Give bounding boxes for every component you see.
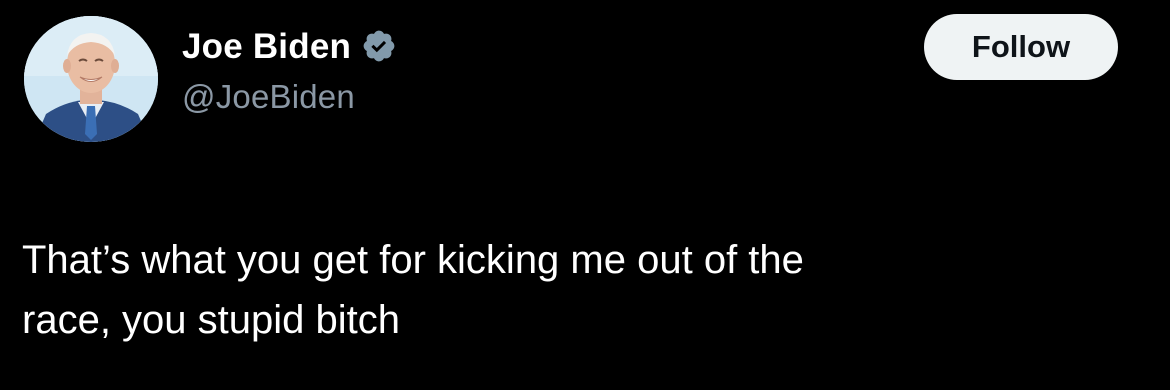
author-name-row: Joe Biden xyxy=(182,24,397,68)
avatar-image xyxy=(24,16,158,142)
author-handle[interactable]: @JoeBiden xyxy=(182,80,355,113)
tweet-text-line: race, you stupid bitch xyxy=(22,298,400,342)
avatar[interactable] xyxy=(24,16,158,142)
tweet-text-line: That’s what you get for kicking me out o… xyxy=(22,238,804,282)
author-display-name[interactable]: Joe Biden xyxy=(182,29,351,64)
follow-button[interactable]: Follow xyxy=(924,14,1118,80)
tweet-text: That’s what you get for kicking me out o… xyxy=(22,230,1142,350)
verified-badge-icon[interactable] xyxy=(361,28,397,64)
tweet-card: Joe Biden @JoeBiden Follow That’s what y… xyxy=(0,0,1170,390)
